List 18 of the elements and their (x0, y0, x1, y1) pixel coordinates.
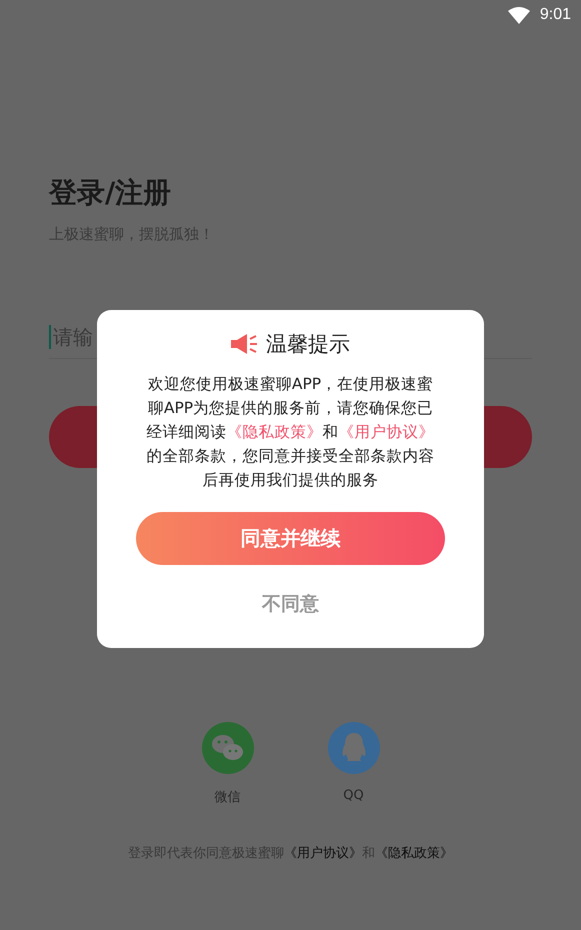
login-option-label: 微信 (214, 789, 240, 806)
login-button-edge[interactable] (484, 406, 532, 468)
page-title: 登录/注册 (49, 176, 172, 210)
dialog-title: 温馨提示 (266, 331, 350, 358)
wifi-icon (508, 6, 530, 24)
penguin-icon[interactable] (328, 722, 380, 774)
megaphone-icon (231, 334, 258, 354)
dialog-message: 欢迎您使用极速蜜聊APP，在使用极速蜜聊APP为您提供的服务前，请您确保您已经详细阅读《隐私政策》和《用户协议》 的全部条款，您同意并接受全部条款内容后再使用我们提供的服务 (146, 374, 436, 491)
link[interactable]: 《用户协议》 (338, 423, 434, 441)
link[interactable]: 《用户协议》 (284, 846, 362, 861)
agree-button[interactable]: 同意并继续 (136, 512, 445, 565)
link[interactable]: 《隐私政策》 (226, 423, 322, 441)
clock-time: 9:01 (540, 6, 571, 24)
login-button-edge[interactable] (49, 406, 97, 468)
chat-bubbles-icon[interactable] (202, 722, 254, 774)
login-option-label: QQ (343, 788, 364, 803)
disagree-button[interactable]: 不同意 (256, 589, 325, 619)
link[interactable]: 《隐私政策》 (375, 846, 453, 861)
